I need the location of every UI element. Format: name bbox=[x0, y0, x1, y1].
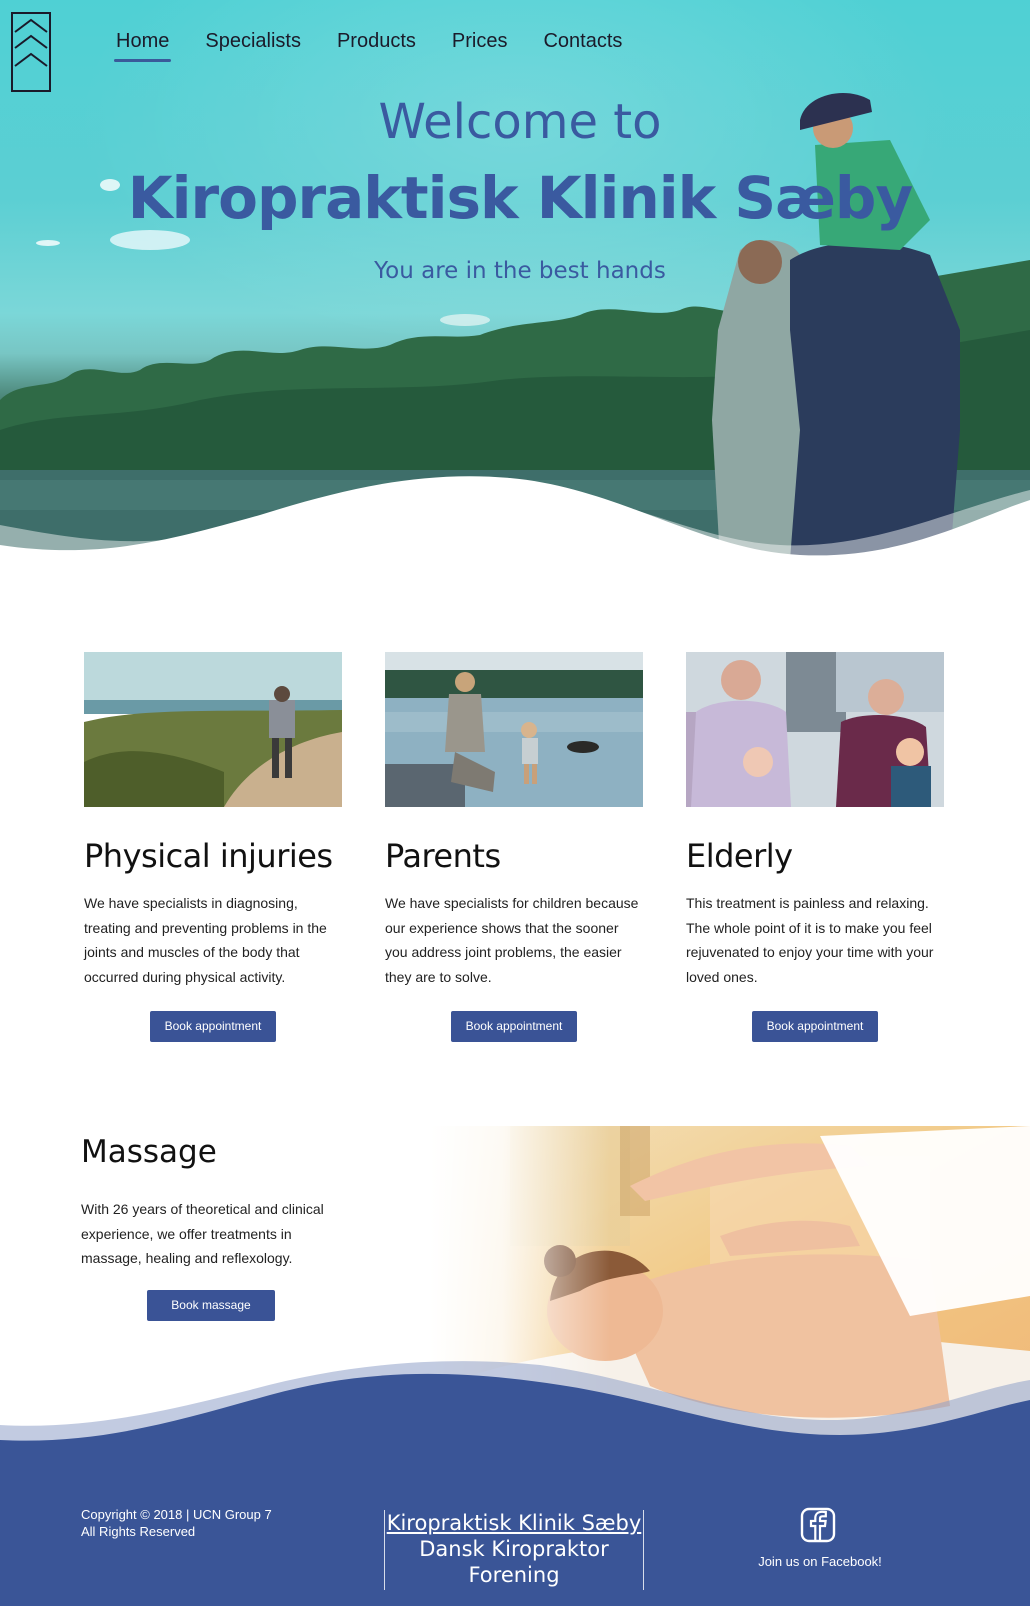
copyright: Copyright © 2018 | UCN Group 7 All Right… bbox=[81, 1506, 272, 1540]
clinic-link[interactable]: Kiropraktisk Klinik Sæby bbox=[385, 1510, 643, 1536]
card-description: We have specialists in diagnosing, treat… bbox=[84, 895, 327, 985]
card-title: Physical injuries bbox=[84, 837, 333, 875]
hero-wave bbox=[0, 476, 1030, 570]
card-title: Parents bbox=[385, 837, 501, 875]
nav-item-prices[interactable]: Prices bbox=[452, 30, 508, 61]
main-nav: Home Specialists Products Prices Contact… bbox=[113, 30, 658, 62]
association-line2: Forening bbox=[468, 1563, 560, 1587]
card-description: This treatment is painless and relaxing.… bbox=[686, 895, 934, 985]
hero-subtitle: You are in the best hands bbox=[374, 258, 666, 284]
nav-item-products[interactable]: Products bbox=[337, 30, 416, 61]
parents-image bbox=[385, 652, 643, 807]
rights-line: All Rights Reserved bbox=[81, 1524, 196, 1539]
footer-clinic-block: Kiropraktisk Klinik Sæby Dansk Kiroprakt… bbox=[384, 1510, 644, 1590]
service-card-elderly: Elderly This treatment is painless and r… bbox=[686, 652, 944, 1042]
nav-item-specialists[interactable]: Specialists bbox=[205, 30, 301, 61]
nav-item-contacts[interactable]: Contacts bbox=[543, 30, 622, 61]
book-appointment-button[interactable]: Book appointment bbox=[451, 1011, 577, 1042]
book-massage-button[interactable]: Book massage bbox=[147, 1290, 275, 1321]
facebook-link[interactable]: Join us on Facebook! bbox=[740, 1554, 900, 1569]
logo-icon[interactable] bbox=[11, 12, 51, 92]
card-description: We have specialists for children because… bbox=[385, 895, 639, 985]
massage-title: Massage bbox=[81, 1134, 217, 1170]
hero-title-welcome: Welcome to bbox=[378, 94, 662, 150]
massage-description: With 26 years of theoretical and clinica… bbox=[81, 1201, 324, 1266]
footer-wave bbox=[0, 1361, 1030, 1460]
nav-item-home[interactable]: Home bbox=[113, 30, 172, 62]
hero-section: Home Specialists Products Prices Contact… bbox=[0, 0, 1030, 570]
book-appointment-button[interactable]: Book appointment bbox=[150, 1011, 276, 1042]
card-title: Elderly bbox=[686, 837, 793, 875]
book-appointment-button[interactable]: Book appointment bbox=[752, 1011, 878, 1042]
copyright-line: Copyright © 2018 | UCN Group 7 bbox=[81, 1507, 272, 1522]
elderly-image bbox=[686, 652, 944, 807]
services-section: Physical injuries We have specialists in… bbox=[84, 652, 944, 1042]
service-card-physical-injuries: Physical injuries We have specialists in… bbox=[84, 652, 342, 1042]
facebook-icon[interactable] bbox=[800, 1507, 836, 1543]
service-card-parents: Parents We have specialists for children… bbox=[385, 652, 643, 1042]
physical-injuries-image bbox=[84, 652, 342, 807]
association-line1: Dansk Kiropraktor bbox=[419, 1537, 609, 1561]
footer: Copyright © 2018 | UCN Group 7 All Right… bbox=[0, 1450, 1030, 1606]
hero-title-clinic: Kiropraktisk Klinik Sæby bbox=[127, 164, 914, 232]
